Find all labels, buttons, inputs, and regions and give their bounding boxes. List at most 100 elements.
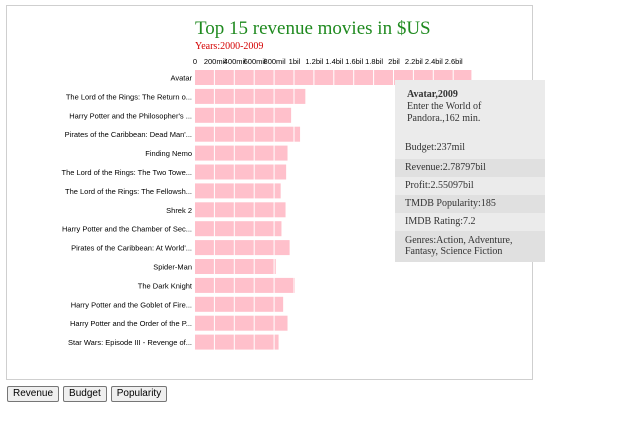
- bar[interactable]: [195, 296, 284, 312]
- bar-segment[interactable]: [234, 259, 254, 274]
- bar-segment[interactable]: [274, 277, 294, 293]
- bar-segment[interactable]: [234, 183, 254, 199]
- bar-segment[interactable]: [195, 145, 214, 161]
- bar-segment[interactable]: [195, 334, 214, 350]
- bar[interactable]: [195, 221, 282, 237]
- bar[interactable]: [195, 183, 281, 199]
- bar-segment[interactable]: [214, 145, 234, 161]
- bar-segment[interactable]: [254, 259, 274, 274]
- bar-segment[interactable]: [214, 164, 234, 180]
- bar-segment[interactable]: [195, 221, 214, 237]
- bar-segment[interactable]: [234, 164, 254, 180]
- bar-segment[interactable]: [254, 334, 274, 350]
- bar-segment[interactable]: [274, 164, 287, 180]
- bar-segment[interactable]: [274, 107, 292, 123]
- bar-segment[interactable]: [274, 296, 284, 312]
- bar-segment[interactable]: [214, 183, 234, 199]
- bar-segment[interactable]: [254, 202, 274, 218]
- bar-segment[interactable]: [214, 107, 234, 123]
- bar-segment[interactable]: [274, 202, 286, 218]
- bar-segment[interactable]: [254, 277, 274, 293]
- bar-segment[interactable]: [254, 296, 274, 312]
- bar-segment[interactable]: [234, 240, 254, 256]
- bar-segment[interactable]: [214, 202, 234, 218]
- bar-segment[interactable]: [195, 107, 214, 123]
- bar-segment[interactable]: [314, 70, 334, 85]
- bar-segment[interactable]: [374, 70, 393, 85]
- bar[interactable]: [195, 334, 279, 350]
- bar-segment[interactable]: [195, 202, 214, 218]
- revenue-button[interactable]: Revenue: [7, 386, 60, 402]
- budget-button[interactable]: Budget: [63, 386, 107, 402]
- bar-segment[interactable]: [234, 221, 254, 237]
- bar-segment[interactable]: [214, 277, 234, 293]
- bar-segment[interactable]: [234, 277, 254, 293]
- bar-segment[interactable]: [254, 240, 274, 256]
- bar[interactable]: [195, 202, 286, 218]
- bar-segment[interactable]: [214, 126, 234, 142]
- bar-segment[interactable]: [234, 126, 254, 142]
- bar-segment[interactable]: [234, 70, 254, 85]
- bar-segment[interactable]: [254, 164, 274, 180]
- bar-segment[interactable]: [234, 296, 254, 312]
- bar-segment[interactable]: [254, 70, 274, 85]
- bar-segment[interactable]: [294, 70, 314, 85]
- bar-segment[interactable]: [294, 126, 301, 142]
- bar-segment[interactable]: [214, 315, 234, 331]
- bar-segment[interactable]: [234, 107, 254, 123]
- bar[interactable]: [195, 126, 301, 142]
- bar-segment[interactable]: [195, 315, 214, 331]
- bar-segment[interactable]: [214, 221, 234, 237]
- bar-segment[interactable]: [274, 315, 288, 331]
- bar-segment[interactable]: [254, 315, 274, 331]
- bar-segment[interactable]: [294, 277, 296, 293]
- bar[interactable]: [195, 145, 288, 161]
- bar-segment[interactable]: [254, 126, 274, 142]
- bar-segment[interactable]: [195, 277, 214, 293]
- bar[interactable]: [195, 107, 292, 123]
- bar-segment[interactable]: [274, 259, 276, 274]
- bar-segment[interactable]: [274, 70, 294, 85]
- bar-segment[interactable]: [274, 183, 281, 199]
- popularity-button[interactable]: Popularity: [110, 386, 168, 402]
- bar[interactable]: [195, 164, 287, 180]
- bar-segment[interactable]: [214, 88, 234, 104]
- bar-segment[interactable]: [274, 126, 294, 142]
- bar-segment[interactable]: [195, 259, 214, 274]
- bar-segment[interactable]: [234, 202, 254, 218]
- bar-segment[interactable]: [214, 240, 234, 256]
- bar-segment[interactable]: [274, 88, 294, 104]
- bar-segment[interactable]: [254, 107, 274, 123]
- bar-segment[interactable]: [234, 334, 254, 350]
- bar-segment[interactable]: [274, 240, 290, 256]
- bar-segment[interactable]: [354, 70, 374, 85]
- bar-segment[interactable]: [195, 70, 214, 85]
- bar-segment[interactable]: [214, 259, 234, 274]
- bar-segment[interactable]: [234, 145, 254, 161]
- bar[interactable]: [195, 277, 296, 293]
- bar-segment[interactable]: [195, 183, 214, 199]
- bar-segment[interactable]: [195, 240, 214, 256]
- bar[interactable]: [195, 315, 288, 331]
- bar-segment[interactable]: [274, 145, 288, 161]
- bar-segment[interactable]: [195, 126, 214, 142]
- bar-segment[interactable]: [195, 164, 214, 180]
- bar-segment[interactable]: [234, 88, 254, 104]
- bar-segment[interactable]: [254, 221, 274, 237]
- bar-segment[interactable]: [334, 70, 354, 85]
- bar-segment[interactable]: [214, 296, 234, 312]
- bar-segment[interactable]: [274, 221, 282, 237]
- bar[interactable]: [195, 88, 306, 104]
- bar-segment[interactable]: [254, 145, 274, 161]
- bar-segment[interactable]: [294, 88, 306, 104]
- bar[interactable]: [195, 240, 290, 256]
- bar-segment[interactable]: [214, 70, 234, 85]
- bar-segment[interactable]: [214, 334, 234, 350]
- bar-segment[interactable]: [254, 88, 274, 104]
- bar-segment[interactable]: [195, 88, 214, 104]
- bar-segment[interactable]: [274, 334, 279, 350]
- bar[interactable]: [195, 259, 276, 274]
- bar-segment[interactable]: [195, 296, 214, 312]
- bar-segment[interactable]: [254, 183, 274, 199]
- bar-segment[interactable]: [234, 315, 254, 331]
